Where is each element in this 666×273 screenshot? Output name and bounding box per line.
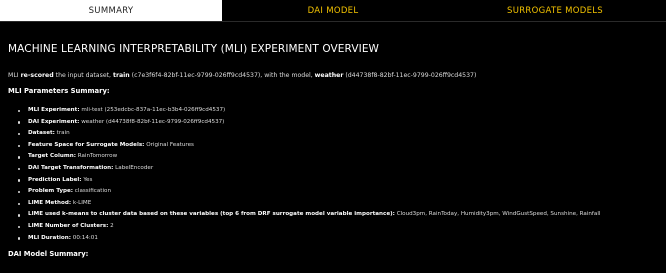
param-label: Problem Type:: [28, 188, 74, 195]
model-summary-heading: DAI Model Summary:: [8, 250, 89, 259]
param-label: Target Column:: [28, 153, 76, 160]
param-item: DAI Target Transformation: LabelEncoder: [16, 163, 658, 175]
param-item: MLI Duration: 00:14:01: [16, 233, 658, 245]
intro-rescored: re-scored: [20, 72, 54, 79]
param-item: LIME used k-means to cluster data based …: [16, 209, 658, 221]
param-item: LIME Method: k-LIME: [16, 198, 658, 210]
param-label: Dataset:: [28, 130, 55, 137]
tab-label: SURROGATE MODELS: [507, 5, 603, 16]
param-value: Cloud3pm, RainToday, Humidity3pm, WindGu…: [394, 211, 601, 218]
param-item: Prediction Label: Yes: [16, 175, 658, 187]
param-value: k-LIME: [71, 199, 92, 206]
page-title: MACHINE LEARNING INTERPRETABILITY (MLI) …: [8, 43, 380, 55]
params-list: MLI Experiment: mli-test (253edcbc-837a-…: [8, 105, 658, 244]
param-value: Yes: [81, 176, 93, 183]
param-label: Feature Space for Surrogate Models:: [28, 141, 145, 148]
param-label: MLI Duration:: [28, 234, 71, 241]
param-value: mli-test (253edcbc-837a-11ec-b3b4-026ff9…: [79, 107, 226, 113]
param-value: classification: [73, 188, 111, 195]
param-label: LIME Number of Clusters:: [28, 222, 109, 229]
tab-surrogate-models[interactable]: SURROGATE MODELS: [444, 0, 666, 22]
intro-paragraph: MLI re-scored the input dataset, train (…: [8, 72, 658, 79]
tab-label: DAI MODEL: [307, 5, 359, 16]
param-label: MLI Experiment:: [28, 107, 80, 113]
param-item: Feature Space for Surrogate Models: Orig…: [16, 140, 658, 152]
intro-text: (c7e3f6f4-82bf-11ec-9799-026ff9cd4537), …: [129, 72, 315, 79]
param-item: Dataset: train: [16, 128, 658, 140]
param-value: LabelEncoder: [113, 164, 154, 171]
param-item: Problem Type: classification: [16, 186, 658, 198]
param-value: 00:14:01: [70, 234, 98, 241]
param-label: Prediction Label:: [28, 176, 82, 183]
param-value: RainTomorrow: [75, 153, 118, 160]
intro-model-name: weather: [314, 72, 344, 79]
intro-text: MLI: [8, 72, 21, 79]
param-item: LIME Number of Clusters: 2: [16, 221, 658, 233]
param-label: LIME used k-means to cluster data based …: [28, 211, 395, 218]
param-item: MLI Experiment: mli-test (253edcbc-837a-…: [16, 105, 658, 117]
param-value: train: [54, 130, 70, 137]
param-label: LIME Method:: [28, 199, 72, 206]
intro-dataset-name: train: [113, 72, 130, 79]
param-value: weather (d44738f8-82bf-11ec-9799-026ff9c…: [79, 118, 225, 125]
params-heading: MLI Parameters Summary:: [8, 87, 110, 95]
param-item: DAI Experiment: weather (d44738f8-82bf-1…: [16, 117, 658, 129]
param-value: Original Features: [144, 141, 194, 148]
intro-text: the input dataset,: [53, 72, 113, 79]
tab-summary[interactable]: SUMMARY: [0, 0, 222, 22]
summary-content: MACHINE LEARNING INTERPRETABILITY (MLI) …: [0, 43, 666, 258]
param-label: DAI Target Transformation:: [28, 164, 114, 171]
intro-text: (d44738f8-82bf-11ec-9799-026ff9cd4537): [343, 72, 477, 79]
param-item: Target Column: RainTomorrow: [16, 151, 658, 163]
tab-label: SUMMARY: [88, 5, 134, 16]
tab-dai-model[interactable]: DAI MODEL: [222, 0, 444, 22]
param-label: DAI Experiment:: [28, 118, 80, 125]
param-value: 2: [108, 222, 114, 229]
tab-bar: SUMMARY DAI MODEL SURROGATE MODELS: [0, 0, 666, 22]
